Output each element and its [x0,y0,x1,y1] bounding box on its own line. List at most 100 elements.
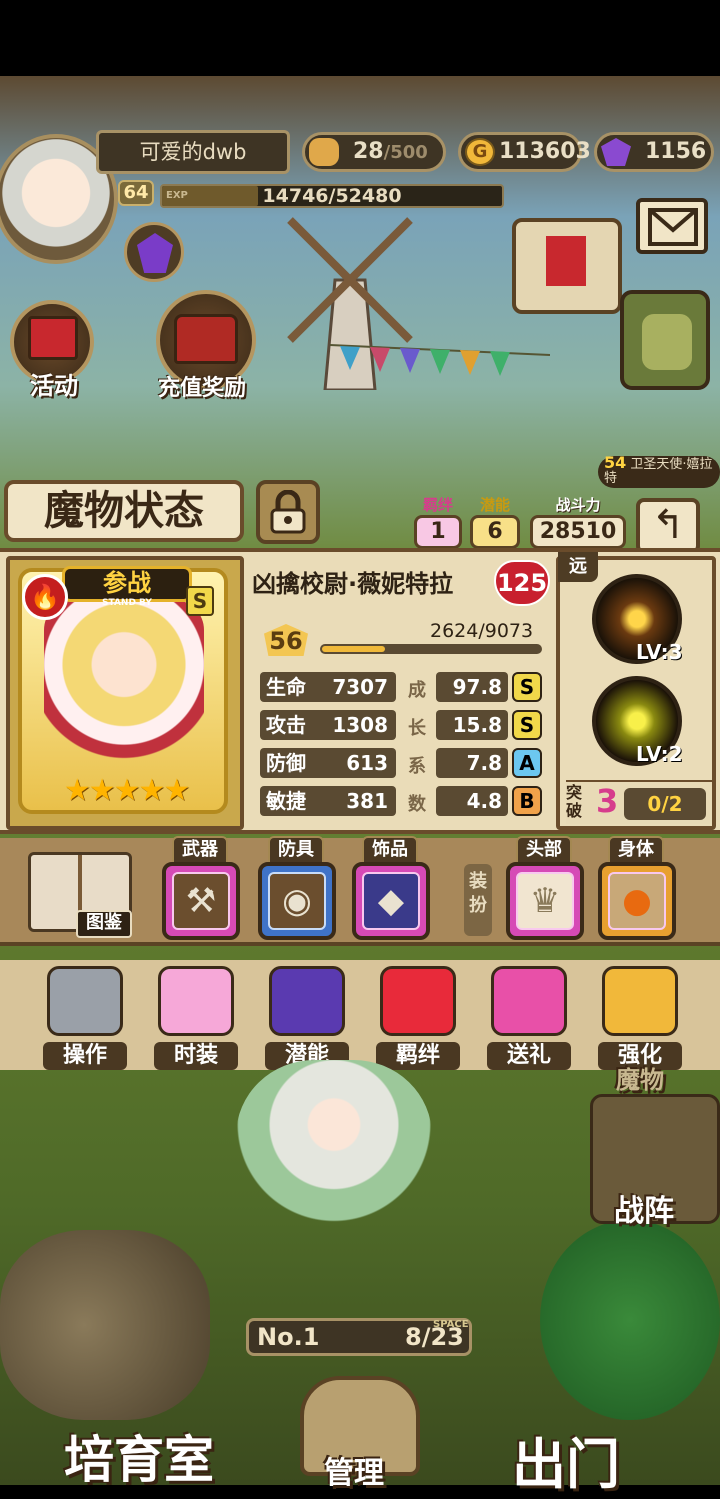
gift-box-icon [28,316,78,360]
shield-icon: ◉ [268,872,326,930]
hearts-icon [380,966,456,1036]
card-rank-badge: S [186,586,214,616]
action-button-4[interactable]: 送礼 [484,966,574,1070]
stat-label: 攻击 [266,713,306,737]
outfit-icon [158,966,234,1036]
dress-up-label: 装扮 [464,864,492,936]
companion-level: 54 [604,453,627,472]
weapon-slot[interactable]: ⚒ [162,862,240,940]
growth-grade-badge: S [512,672,542,702]
standby-sub: STAND BY [102,598,152,608]
back-button[interactable]: ↰ [636,498,700,554]
potential-value: 6 [470,515,520,549]
action-button-5[interactable]: 强化 [595,966,685,1070]
head-slot[interactable]: ♛ [506,862,584,940]
space-value: 8/23 [405,1323,464,1351]
gold-counter[interactable]: G 113603 [458,132,591,172]
mail-button[interactable] [636,198,708,254]
accessory-label: 饰品 [362,836,418,864]
monster-exp-fill [322,646,385,652]
player-name[interactable]: 可爱的dwb [96,130,290,174]
crystal-icon: ◆ [362,872,420,930]
stat-label: 敏捷 [266,789,306,813]
breakthrough-row[interactable]: 突破 3 0/2 [566,780,712,824]
nursery-button[interactable]: 培育室 [64,1420,214,1492]
stat-value: 381 [346,789,388,813]
gem-value: 1156 [645,139,707,164]
companion-status[interactable]: 54 卫圣天使·嬉拉特 [598,453,720,488]
gem-plus-icon [137,233,173,273]
manage-label: 管理 [324,1456,384,1491]
affection-value: 125 [496,569,548,597]
growth-grade-badge: A [512,748,542,778]
breakthrough-label: 突破 [566,783,583,820]
player-exp-bar: EXP 14746/52480 [160,184,504,208]
armor-label: 防具 [268,836,324,864]
growth-char-1: 成 [408,680,426,701]
bond-label: 羁绊 [422,496,453,514]
monster-sign: 魔物 [616,1066,664,1094]
action-button-3[interactable]: 羁绊 [373,966,463,1070]
no-label: No. [257,1323,303,1351]
tiara-icon: ♛ [516,872,574,930]
monster-name: 凶擒校尉·薇妮特拉 [252,570,454,598]
body-label: 身体 [608,836,664,864]
growth-char-4: 数 [408,794,426,815]
envelope-icon [648,208,698,246]
growth-value: 4.8 [436,786,508,816]
shadow-demon-icon [269,966,345,1036]
action-button-0[interactable]: 操作 [40,966,130,1070]
action-label: 送礼 [487,1042,571,1070]
recharge-reward-label: 充值奖励 [158,376,247,401]
potential-stat[interactable]: 潜能 6 [470,494,520,549]
body-slot[interactable]: ● [598,862,676,940]
gold-value: 113603 [499,139,591,164]
stat-value: 613 [346,751,388,775]
scythe-icon: ⚒ [172,872,230,930]
go-out-button[interactable]: 出门 [512,1420,620,1499]
backpack-button[interactable] [620,290,710,390]
scroll-icon [546,236,586,286]
formation-label: 战阵 [614,1194,674,1229]
growth-value: 7.8 [436,748,508,778]
combat-power-label: 战斗力 [555,496,601,514]
stamina-value: 28 [353,139,384,164]
breakthrough-level: 3 [596,782,619,820]
skill-2-level: LV:2 [636,742,683,766]
action-button-2[interactable]: 潜能 [262,966,352,1070]
slot-counter: No.1 SPACE 8/23 [246,1318,472,1356]
combat-power-stat: 战斗力 28510 [530,494,626,549]
armor-slot[interactable]: ◉ [258,862,336,940]
growth-grade-badge: B [512,786,542,816]
player-exp-text: 14746/52480 [262,185,402,207]
bond-stat[interactable]: 羁绊 1 [414,494,462,549]
standby-badge: 参战 STAND BY [62,566,192,608]
panel-title: 魔物状态 [4,480,244,542]
lock-button[interactable] [256,480,320,544]
skill-1-level: LV:3 [636,640,683,664]
stat-row-1: 攻击 1308 [260,710,396,740]
pumpkin-icon: ● [608,872,666,930]
stat-value: 7307 [332,675,388,699]
skill-slot-2[interactable]: LV:2 [592,676,682,766]
action-label: 羁绊 [376,1042,460,1070]
nursery-building[interactable] [0,1230,210,1420]
quest-scroll-button[interactable] [512,218,622,314]
gate-tree[interactable] [540,1220,720,1420]
monster-portrait [44,600,204,770]
range-tag: 远 [558,552,598,582]
combat-power-value: 28510 [530,515,626,549]
stamina-counter[interactable]: 28/500 [302,132,446,172]
add-gem-button[interactable] [124,222,184,282]
no-value: 1 [302,1323,320,1351]
growth-value: 15.8 [436,710,508,740]
accessory-slot[interactable]: ◆ [352,862,430,940]
action-button-1[interactable]: 时装 [151,966,241,1070]
wandering-character[interactable] [236,1060,432,1250]
gem-counter[interactable]: 1156 [594,132,714,172]
skill-slot-1[interactable]: LV:3 [592,574,682,664]
stat-row-3: 敏捷 381 [260,786,396,816]
weapon-label: 武器 [172,836,228,864]
treasure-chest-icon [174,314,238,364]
purple-gem-icon [601,138,631,166]
